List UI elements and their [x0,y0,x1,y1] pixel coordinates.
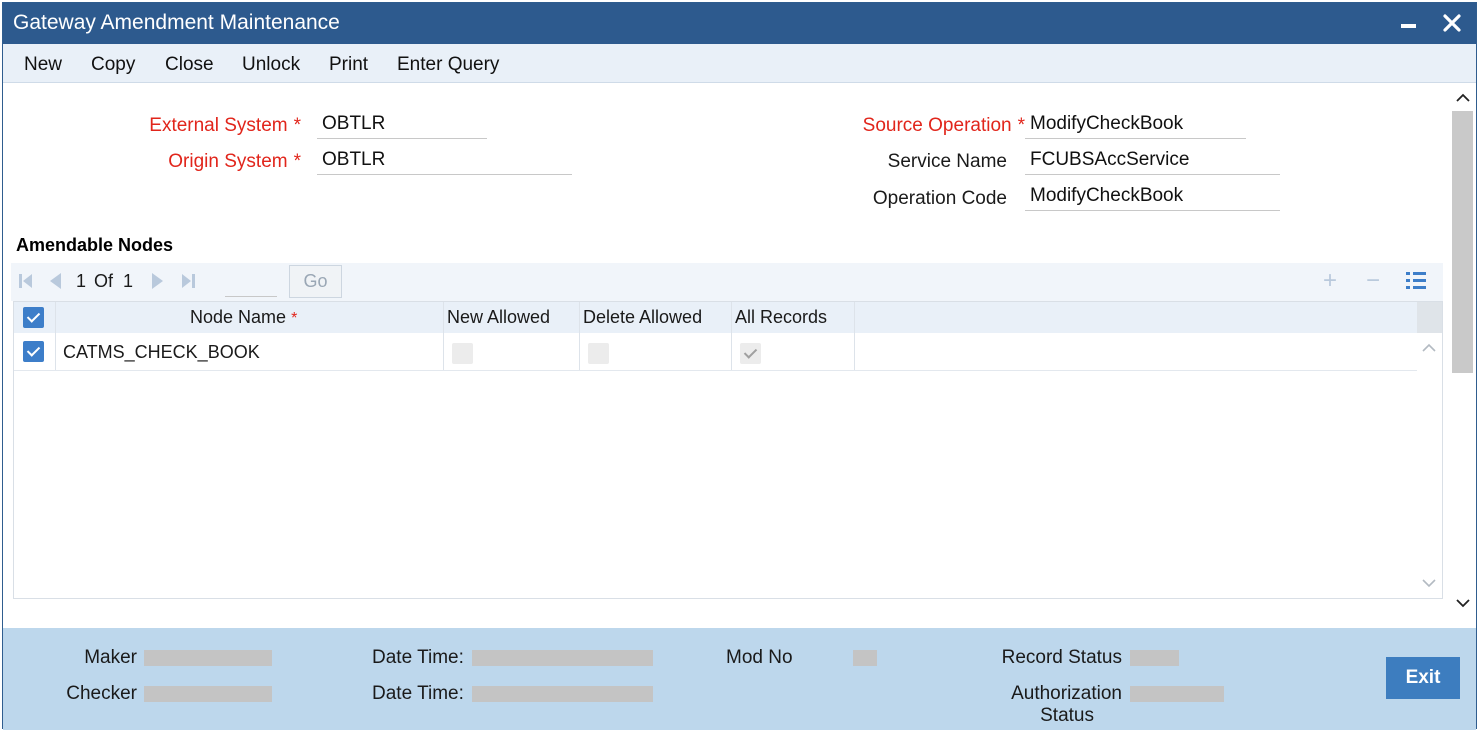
maker-label: Maker [84,647,137,668]
col-all-records: All Records [735,307,828,327]
select-all-checkbox[interactable] [23,307,44,328]
service-name-label: Service Name [887,151,1007,172]
maker-datetime-value [472,650,653,666]
last-page-icon[interactable] [181,273,195,289]
menu-enter-query[interactable]: Enter Query [397,54,499,76]
grid-scrollbar[interactable] [1417,333,1442,598]
next-page-icon[interactable] [151,273,165,289]
add-row-icon[interactable]: + [1323,267,1337,295]
scrollbar-thumb[interactable] [1452,111,1473,373]
operation-code-label: Operation Code [872,188,1007,209]
checker-datetime-label: Date Time: [372,683,464,704]
mod-no-value [853,650,877,666]
grid-pager: 1 Of 1 Go + − [11,263,1443,301]
main-scrollbar[interactable] [1449,83,1476,628]
menu-new[interactable]: New [24,54,62,76]
total-pages: 1 [123,271,134,291]
scroll-down-icon[interactable] [1456,598,1470,608]
all-records-checkbox[interactable] [740,343,761,364]
scroll-up-icon[interactable] [1456,93,1470,103]
close-window-button[interactable] [1436,7,1468,39]
chevron-up-icon[interactable] [1422,343,1436,353]
record-status-label: Record Status [1001,647,1122,668]
exit-button[interactable]: Exit [1386,657,1460,699]
record-status-value [1130,650,1179,666]
current-page: 1 [76,271,87,291]
main-content: External System* Origin System* Source O… [3,83,1449,628]
origin-system-label: Origin System * [168,151,301,172]
remove-row-icon[interactable]: − [1366,267,1380,295]
origin-system-input[interactable] [317,145,572,175]
menu-unlock[interactable]: Unlock [242,54,300,76]
single-view-icon[interactable] [1406,271,1426,291]
col-new-allowed: New Allowed [447,307,551,327]
gateway-amendment-window: Gateway Amendment Maintenance New Copy C… [2,2,1477,730]
go-button[interactable]: Go [289,265,342,298]
amendable-nodes-title: Amendable Nodes [16,235,174,255]
delete-allowed-checkbox[interactable] [588,343,609,364]
page-number-input[interactable] [225,267,277,297]
menu-print[interactable]: Print [329,54,368,76]
grid-header: Node Name * New Allowed Delete Allowed A… [14,302,1417,333]
maker-value [144,650,272,666]
first-page-icon[interactable] [19,273,33,289]
row-select-checkbox[interactable] [23,341,44,362]
table-row[interactable]: CATMS_CHECK_BOOK [14,333,1417,371]
checker-value [144,686,272,702]
menu-bar: New Copy Close Unlock Print Enter Query [3,44,1476,83]
authorization-status-label: Authorization [1011,683,1122,704]
audit-footer: Maker Checker Date Time: Date Time: Mod … [3,628,1476,730]
authorization-status-label-2: Status [1040,705,1094,726]
close-icon [1443,14,1461,32]
source-operation-input[interactable] [1025,109,1246,139]
mod-no-label: Mod No [726,647,793,668]
minimize-button[interactable] [1392,7,1424,39]
node-name-cell[interactable]: CATMS_CHECK_BOOK [63,342,260,363]
col-node-name: Node Name * [190,307,298,327]
service-name-input[interactable] [1025,145,1280,175]
maker-datetime-label: Date Time: [372,647,464,668]
checker-datetime-value [472,686,653,702]
new-allowed-checkbox[interactable] [452,343,473,364]
chevron-down-icon[interactable] [1422,578,1436,588]
menu-copy[interactable]: Copy [91,54,135,76]
checker-label: Checker [66,683,137,704]
page-of-label: Of [94,271,114,291]
external-system-label: External System * [149,115,301,136]
operation-code-input[interactable] [1025,181,1280,211]
amendable-nodes-grid: Node Name * New Allowed Delete Allowed A… [13,301,1443,599]
source-operation-label: Source Operation * [862,115,1025,136]
authorization-status-value [1130,686,1224,702]
external-system-input[interactable] [317,109,487,139]
menu-close[interactable]: Close [165,54,214,76]
col-delete-allowed: Delete Allowed [583,307,703,327]
minimize-icon [1400,24,1416,28]
previous-page-icon[interactable] [48,273,62,289]
window-title: Gateway Amendment Maintenance [13,11,340,34]
title-bar: Gateway Amendment Maintenance [3,3,1476,44]
